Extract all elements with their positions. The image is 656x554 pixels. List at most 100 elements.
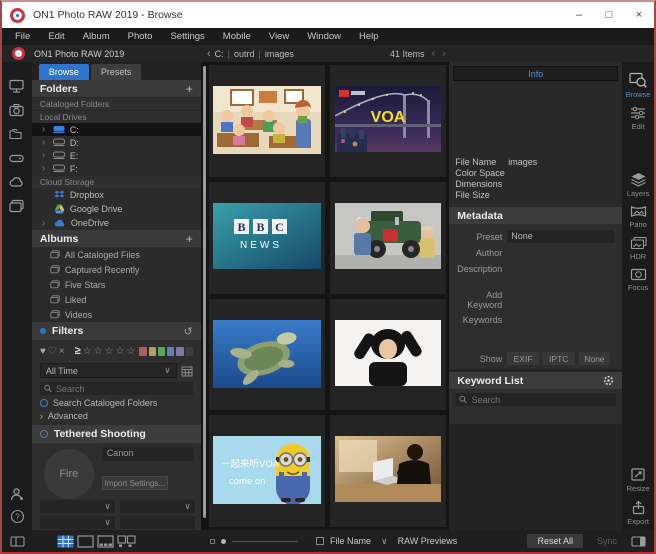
module-focus[interactable]: Focus xyxy=(628,268,648,292)
color-chip-green[interactable] xyxy=(158,347,165,356)
sort-by-select[interactable]: File Name xyxy=(330,536,371,546)
keyword-search-field[interactable] xyxy=(455,393,616,406)
thumb-size-slider[interactable] xyxy=(232,541,298,542)
help-icon[interactable]: ? xyxy=(10,509,25,524)
computer-icon[interactable] xyxy=(8,78,25,94)
album-videos[interactable]: Videos xyxy=(32,307,201,322)
add-album-button[interactable]: + xyxy=(186,232,193,246)
filters-reset-icon[interactable]: ↺ xyxy=(184,325,193,338)
search-cataloged-toggle[interactable]: Search Cataloged Folders xyxy=(32,395,201,408)
drive-row-f[interactable]: › F: xyxy=(32,162,201,175)
expand-icon[interactable]: › xyxy=(42,124,48,135)
tab-presets[interactable]: Presets xyxy=(91,64,142,80)
reject-icon[interactable]: × xyxy=(59,346,65,357)
heart-filled-icon[interactable]: ♥ xyxy=(40,346,46,357)
reset-all-button[interactable]: Reset All xyxy=(527,534,583,548)
album-captured-recently[interactable]: Captured Recently xyxy=(32,262,201,277)
add-folder-button[interactable]: + xyxy=(186,82,193,96)
album-five-stars[interactable]: Five Stars xyxy=(32,277,201,292)
menu-settings[interactable]: Settings xyxy=(161,31,213,42)
tether-dropdown-4[interactable] xyxy=(120,516,195,529)
label-checkbox[interactable] xyxy=(316,537,324,545)
next-item-icon[interactable]: › xyxy=(442,48,446,60)
photo-view-icon[interactable] xyxy=(77,535,94,548)
menu-file[interactable]: File xyxy=(6,31,39,42)
module-pano[interactable]: Pano xyxy=(629,205,647,229)
drive-row-c[interactable]: › C: xyxy=(32,123,201,136)
expand-icon[interactable]: › xyxy=(42,218,48,229)
cloud-row-onedrive[interactable]: › OneDrive xyxy=(32,216,201,230)
minimize-button[interactable]: – xyxy=(564,2,594,28)
thumbnail-voa-bridge[interactable]: VOA xyxy=(330,65,446,177)
thumbnail-sea-turtle[interactable] xyxy=(209,299,325,411)
fire-button[interactable]: Fire xyxy=(44,449,94,499)
expand-icon[interactable]: › xyxy=(42,137,48,148)
gear-icon[interactable] xyxy=(603,375,614,386)
raw-previews-label[interactable]: RAW Previews xyxy=(398,536,458,546)
expand-icon[interactable]: › xyxy=(42,150,48,161)
menu-album[interactable]: Album xyxy=(74,31,119,42)
module-layers[interactable]: Layers xyxy=(627,172,650,198)
color-chip-gray[interactable] xyxy=(186,347,193,356)
module-browse[interactable]: Browse xyxy=(626,72,651,99)
add-keyword-field[interactable] xyxy=(507,294,614,307)
time-range-select[interactable]: All Time ∨ xyxy=(40,363,177,378)
menu-mobile[interactable]: Mobile xyxy=(214,31,260,42)
calendar-icon[interactable] xyxy=(181,365,193,377)
advanced-toggle[interactable]: › Advanced xyxy=(32,408,201,421)
chevron-down-icon[interactable]: ∨ xyxy=(377,536,392,547)
tether-dropdown-2[interactable]: ∨ xyxy=(120,500,195,513)
maximize-button[interactable]: □ xyxy=(594,2,624,28)
toggle-filmstrip-icon[interactable] xyxy=(631,536,646,547)
drive-icon[interactable] xyxy=(8,150,25,166)
preset-select[interactable]: None xyxy=(507,230,614,243)
menu-view[interactable]: View xyxy=(260,31,298,42)
photos-icon[interactable] xyxy=(8,198,25,214)
heart-outline-icon[interactable]: ♡ xyxy=(48,346,57,357)
description-field[interactable] xyxy=(507,262,614,275)
camera-select[interactable]: Canon xyxy=(102,447,194,461)
module-export[interactable]: Export xyxy=(627,500,649,526)
thumbnail-woman-hands-on-head[interactable] xyxy=(330,299,446,411)
folders-icon[interactable] xyxy=(8,126,25,142)
keyword-list-header[interactable]: Keyword List xyxy=(449,372,622,389)
thumbnail-classroom-cartoon[interactable] xyxy=(209,65,325,177)
tab-browse[interactable]: Browse xyxy=(39,64,89,80)
folders-panel-header[interactable]: Folders + xyxy=(32,80,201,97)
drive-row-e[interactable]: › E: xyxy=(32,149,201,162)
tether-dropdown-1[interactable]: ∨ xyxy=(40,500,115,513)
author-field[interactable] xyxy=(507,246,614,259)
prev-item-icon[interactable]: ‹ xyxy=(432,48,436,60)
thumbnail-minion-voa[interactable]: 一起来听VOAcome on xyxy=(209,415,325,527)
drive-row-d[interactable]: › D: xyxy=(32,136,201,149)
menu-photo[interactable]: Photo xyxy=(119,31,162,42)
module-hdr[interactable]: HDR xyxy=(630,236,647,261)
star-5-icon[interactable]: ☆ xyxy=(126,346,135,357)
breadcrumb-folder[interactable]: outrd xyxy=(234,49,255,59)
menu-edit[interactable]: Edit xyxy=(39,31,73,42)
greater-equal-icon[interactable]: ≥ xyxy=(75,345,81,357)
keyword-search-input[interactable] xyxy=(472,395,613,405)
menu-help[interactable]: Help xyxy=(350,31,388,42)
filters-panel-header[interactable]: Filters ↺ xyxy=(32,322,201,340)
section-cloud-storage[interactable]: Cloud Storage xyxy=(32,175,201,188)
filmstrip-view-icon[interactable] xyxy=(97,535,114,548)
breadcrumb-back-icon[interactable]: ‹ xyxy=(207,48,211,60)
cloud-row-google-drive[interactable]: Google Drive xyxy=(32,202,201,216)
show-exif-button[interactable]: EXIF xyxy=(507,352,539,365)
filters-search-input[interactable] xyxy=(56,384,189,394)
toggle-sidebar-icon[interactable] xyxy=(10,536,25,547)
show-iptc-button[interactable]: IPTC xyxy=(543,352,575,365)
cloud-row-dropbox[interactable]: Dropbox xyxy=(32,188,201,202)
import-settings-button[interactable]: Import Settings... xyxy=(102,476,168,490)
albums-panel-header[interactable]: Albums + xyxy=(32,230,201,247)
color-chip-red[interactable] xyxy=(139,347,146,356)
tether-dropdown-3[interactable]: ∨ xyxy=(40,516,115,529)
keywords-field[interactable] xyxy=(507,313,614,326)
thumbnail-bbc-news[interactable]: BBCNEWS xyxy=(209,182,325,294)
module-edit[interactable]: Edit xyxy=(630,106,646,131)
color-chip-purple[interactable] xyxy=(176,347,183,356)
menu-window[interactable]: Window xyxy=(298,31,350,42)
show-none-button[interactable]: None xyxy=(579,352,611,365)
grid-view-icon[interactable] xyxy=(57,535,74,548)
